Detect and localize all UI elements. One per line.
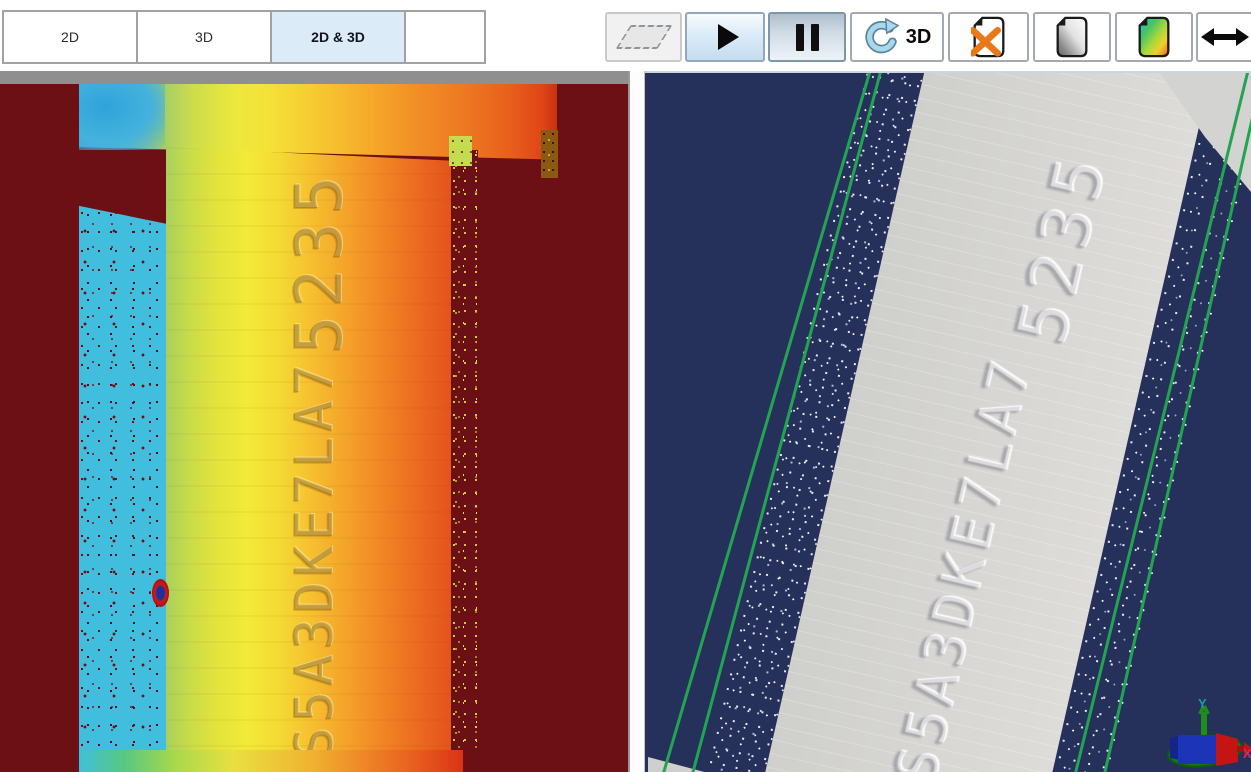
tab-2d-label: 2D	[61, 29, 79, 45]
region-select-button[interactable]	[605, 12, 682, 62]
surface-top-notch	[892, 71, 940, 72]
parallelogram-icon	[615, 25, 672, 49]
viewport-3d[interactable]: 5235 LS5A3DKE7LA7 Y X	[645, 71, 1251, 772]
tab-2d[interactable]: 2D	[4, 12, 138, 62]
rotate-3d-button[interactable]: 3D	[850, 12, 944, 62]
document-rainbow-icon	[1136, 16, 1172, 58]
heightmap-bright-notch	[449, 136, 472, 166]
rotate-3d-label: 3D	[906, 26, 932, 49]
texture-rainbow-button[interactable]	[1115, 12, 1193, 62]
fit-width-button[interactable]	[1196, 12, 1251, 62]
heightmap-top-gray-bar	[0, 71, 628, 84]
gizmo-x-label: X	[1243, 746, 1251, 761]
pause-icon	[796, 24, 819, 51]
rotate-3d-icon	[863, 18, 901, 56]
viewport-2d-heightmap[interactable]: 5235 LS5A3DKE7LA7	[0, 71, 628, 772]
tab-2d-and-3d-label: 2D & 3D	[311, 29, 365, 45]
tab-3d-label: 3D	[195, 29, 213, 45]
tabbar-filler	[406, 12, 484, 62]
texture-grayscale-button[interactable]	[1033, 12, 1111, 62]
texture-off-button[interactable]	[948, 12, 1029, 62]
play-button[interactable]	[685, 12, 765, 62]
engraved-serial-letters-2d: LS5A3DKE7LA7	[285, 359, 345, 772]
orientation-gizmo[interactable]: Y X	[1158, 698, 1251, 772]
scanner-app-window: 2D 3D 2D & 3D 3D	[0, 0, 1251, 772]
gizmo-y-label: Y	[1198, 698, 1207, 711]
heightmap-blue-region	[79, 84, 165, 150]
panel-splitter[interactable]	[628, 71, 645, 772]
view-mode-tabbar: 2D 3D 2D & 3D	[2, 10, 486, 64]
tab-2d-and-3d[interactable]: 2D & 3D	[272, 12, 406, 62]
heightmap-bottom-edge-strip	[79, 750, 463, 772]
heightmap-defect-dot	[152, 579, 169, 607]
document-x-icon	[971, 16, 1007, 58]
heightmap-right-speckle-strip	[451, 150, 478, 750]
heightmap-left-speckle-strip	[79, 152, 166, 750]
heightmap-corner-notch	[541, 130, 558, 178]
engraved-serial-digits-2d: 5235	[283, 168, 357, 354]
horizontal-arrows-icon	[1201, 22, 1249, 52]
tab-3d[interactable]: 3D	[138, 12, 272, 62]
pause-button[interactable]	[768, 12, 846, 62]
play-icon	[718, 24, 739, 50]
document-grayscale-icon	[1054, 16, 1090, 58]
